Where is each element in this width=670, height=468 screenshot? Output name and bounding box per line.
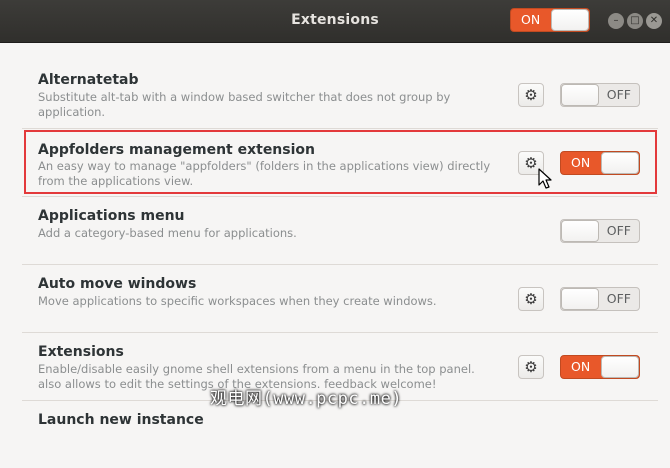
maximize-button[interactable]: □	[627, 13, 643, 29]
toggle-knob	[601, 152, 639, 174]
extension-toggle[interactable]: OFF	[560, 219, 640, 243]
extension-name: Alternatetab	[38, 72, 139, 88]
toggle-knob	[551, 9, 589, 31]
settings-button[interactable]: ⚙	[518, 287, 544, 311]
toggle-knob	[561, 220, 599, 242]
toggle-state-label: OFF	[606, 291, 631, 306]
extension-toggle[interactable]: OFF	[560, 83, 640, 107]
extension-name: Appfolders management extension	[38, 142, 315, 158]
toggle-state-label: OFF	[606, 223, 631, 238]
extension-description: Substitute alt-tab with a window based s…	[38, 90, 451, 119]
extension-row-applications-menu: Applications menu Add a category-based m…	[22, 196, 658, 264]
extension-name: Extensions	[38, 344, 124, 360]
settings-button[interactable]: ⚙	[518, 355, 544, 379]
extension-row-launch-new-instance: Launch new instance	[22, 400, 658, 468]
toggle-knob	[601, 356, 639, 378]
extension-description: Add a category-based menu for applicatio…	[38, 226, 297, 240]
settings-button[interactable]: ⚙	[518, 83, 544, 107]
extension-name: Applications menu	[38, 208, 185, 224]
extension-description: An easy way to manage "appfolders" (fold…	[38, 159, 491, 188]
close-button[interactable]: ✕	[646, 13, 662, 29]
extension-toggle[interactable]: ON	[560, 151, 640, 175]
maximize-icon: □	[630, 15, 640, 26]
title-bar: Extensions ON – □ ✕	[0, 0, 670, 43]
toggle-state-label: ON	[571, 155, 591, 170]
gear-icon: ⚙	[524, 358, 538, 376]
mouse-cursor-icon	[538, 168, 552, 189]
minimize-icon: –	[613, 15, 619, 26]
extensions-master-toggle[interactable]: ON	[510, 8, 590, 32]
toggle-state-label: OFF	[606, 87, 631, 102]
gear-icon: ⚙	[524, 86, 538, 104]
toggle-knob	[561, 84, 599, 106]
close-icon: ✕	[649, 15, 659, 26]
extension-toggle[interactable]: OFF	[560, 287, 640, 311]
toggle-knob	[561, 288, 599, 310]
extension-description: Move applications to specific workspaces…	[38, 294, 437, 308]
extension-name: Launch new instance	[38, 412, 204, 428]
toggle-state-label: ON	[571, 359, 591, 374]
extension-toggle[interactable]: ON	[560, 355, 640, 379]
extension-row-alternatetab: Alternatetab Substitute alt-tab with a w…	[22, 60, 658, 128]
gear-icon: ⚙	[524, 290, 538, 308]
row-divider	[22, 128, 658, 129]
watermark: 观电网(www.pcpc.me)	[210, 389, 403, 409]
minimize-button[interactable]: –	[608, 13, 624, 29]
toggle-state-label: ON	[521, 12, 541, 27]
gear-icon: ⚙	[524, 154, 538, 172]
extension-row-appfolders: Appfolders management extension An easy …	[24, 130, 657, 194]
extension-name: Auto move windows	[38, 276, 197, 292]
extension-row-auto-move-windows: Auto move windows Move applications to s…	[22, 264, 658, 332]
